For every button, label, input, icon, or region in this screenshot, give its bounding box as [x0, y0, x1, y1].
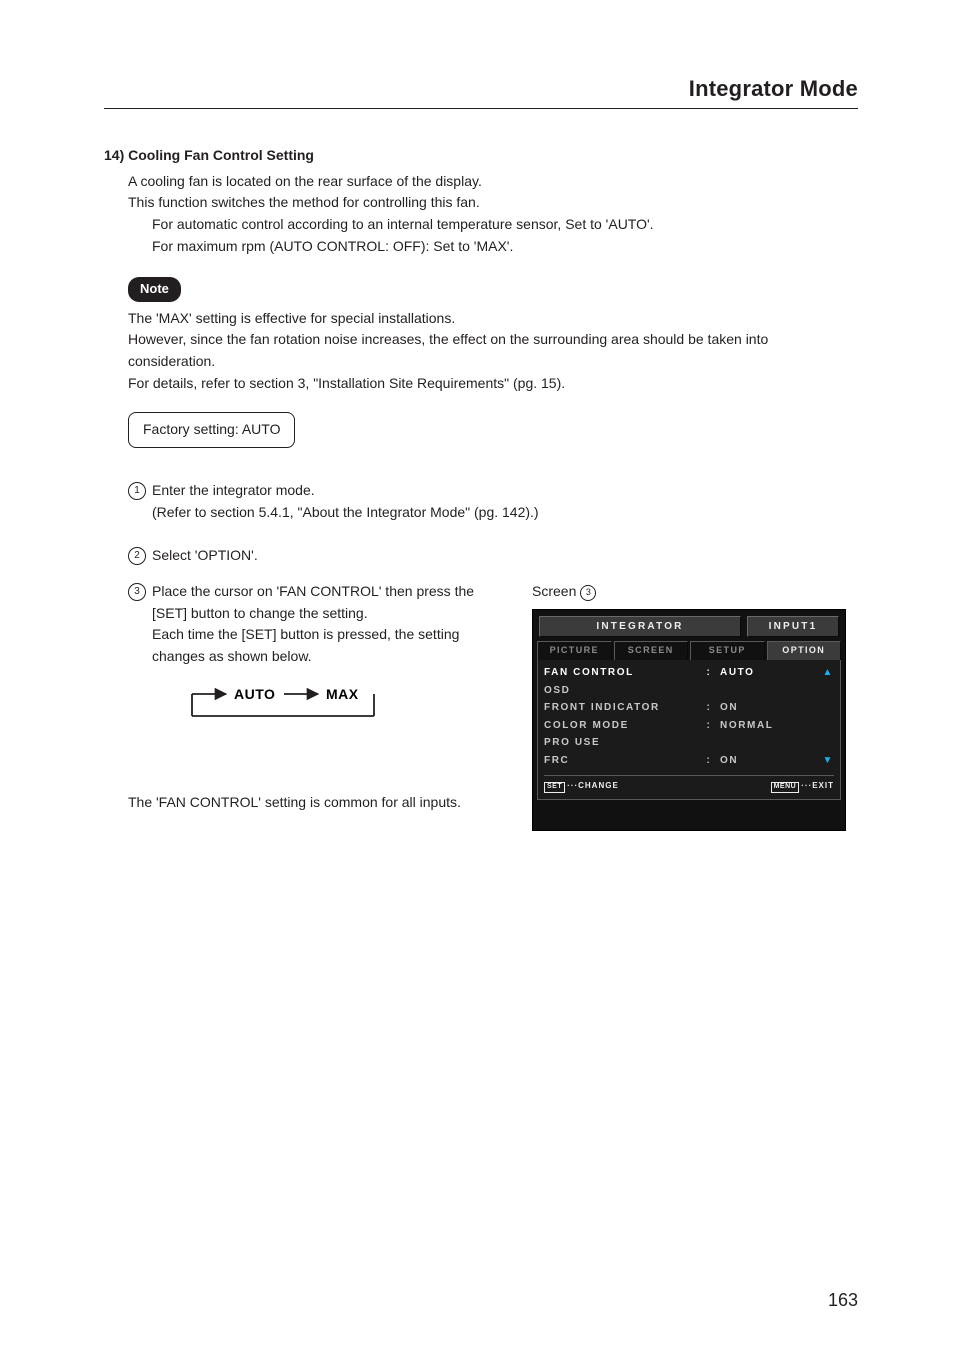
step-number-icon: 1: [128, 482, 146, 500]
step-number-icon: 2: [128, 547, 146, 565]
intro-subline: For maximum rpm (AUTO CONTROL: OFF): Set…: [152, 236, 858, 258]
cycle-svg: AUTO MAX: [174, 682, 404, 732]
osd-row: FRONT INDICATOR:ON: [544, 699, 834, 717]
osd-footer-right: MENU···EXIT: [771, 780, 834, 792]
osd-tabs: PICTURE SCREEN SETUP OPTION: [533, 641, 845, 660]
osd-row-value: ON: [714, 753, 820, 769]
step-line: Place the cursor on 'FAN CONTROL' then p…: [152, 581, 502, 624]
step-line: Each time the [SET] button is pressed, t…: [152, 624, 502, 667]
screen-label-text: Screen: [532, 581, 576, 603]
osd-row-label: FRONT INDICATOR: [544, 700, 704, 716]
osd-row-sep: :: [704, 718, 714, 734]
osd-inner: FAN CONTROL:AUTO▲OSDFRONT INDICATOR:ONCO…: [537, 660, 841, 799]
osd-footer-left: SET···CHANGE: [544, 780, 619, 792]
osd-title-left: INTEGRATOR: [539, 616, 741, 638]
page: Integrator Mode 14) Cooling Fan Control …: [0, 0, 954, 1351]
note-line: However, since the fan rotation noise in…: [128, 329, 858, 372]
osd-tab-picture: PICTURE: [537, 641, 612, 660]
step-2: 2 Select 'OPTION'.: [128, 545, 858, 567]
step-ref: (Refer to section 5.4.1, "About the Inte…: [152, 502, 539, 524]
osd-row-label: FAN CONTROL: [544, 665, 704, 681]
intro-subline: For automatic control according to an in…: [152, 214, 858, 236]
screen-number-icon: 3: [580, 585, 596, 601]
note-badge: Note: [128, 277, 181, 301]
osd-menu-text: ···EXIT: [801, 781, 834, 790]
osd-row-sep: :: [704, 700, 714, 716]
subsection-heading: 14) Cooling Fan Control Setting: [104, 145, 858, 167]
step-line: Enter the integrator mode.: [152, 480, 539, 502]
page-number: 163: [828, 1290, 858, 1311]
arrow-down-icon: ▼: [820, 753, 834, 769]
step-text: Enter the integrator mode. (Refer to sec…: [152, 480, 539, 523]
osd-set-text: ···CHANGE: [567, 781, 619, 790]
common-note: The 'FAN CONTROL' setting is common for …: [128, 792, 502, 814]
section-title: Integrator Mode: [104, 76, 858, 109]
left-column: 3 Place the cursor on 'FAN CONTROL' then…: [104, 581, 502, 813]
osd-row-label: OSD: [544, 683, 704, 699]
osd-titlebar: INTEGRATOR INPUT1: [533, 610, 845, 642]
step-3: 3 Place the cursor on 'FAN CONTROL' then…: [128, 581, 502, 668]
screen-label: Screen 3: [532, 581, 858, 603]
osd-tab-screen: SCREEN: [614, 641, 689, 660]
osd-row-label: COLOR MODE: [544, 718, 704, 734]
osd-tab-option: OPTION: [767, 641, 842, 660]
osd-footer: SET···CHANGE MENU···EXIT: [544, 775, 834, 792]
osd-row-label: FRC: [544, 753, 704, 769]
osd-row-label: PRO USE: [544, 735, 704, 751]
note-line: The 'MAX' setting is effective for speci…: [128, 308, 858, 330]
osd-rows: FAN CONTROL:AUTO▲OSDFRONT INDICATOR:ONCO…: [544, 664, 834, 769]
cycle-auto-label: AUTO: [234, 686, 275, 702]
cycle-max-label: MAX: [326, 686, 359, 702]
osd-row: FRC:ON▼: [544, 752, 834, 770]
osd-row-value: AUTO: [714, 665, 820, 681]
osd-row-value: NORMAL: [714, 718, 820, 734]
two-column-row: 3 Place the cursor on 'FAN CONTROL' then…: [104, 581, 858, 831]
note-line: For details, refer to section 3, "Instal…: [128, 373, 858, 395]
intro-line: This function switches the method for co…: [128, 192, 858, 214]
factory-setting-box: Factory setting: AUTO: [128, 412, 295, 448]
osd-row: PRO USE: [544, 734, 834, 752]
body-content: 14) Cooling Fan Control Setting A coolin…: [104, 145, 858, 831]
step-number-icon: 3: [128, 583, 146, 601]
step-text: Place the cursor on 'FAN CONTROL' then p…: [152, 581, 502, 668]
step-1: 1 Enter the integrator mode. (Refer to s…: [128, 480, 858, 523]
osd-tab-setup: SETUP: [690, 641, 765, 660]
osd-row: FAN CONTROL:AUTO▲: [544, 664, 834, 682]
intro-line: A cooling fan is located on the rear sur…: [128, 171, 858, 193]
step-text: Select 'OPTION'.: [152, 545, 258, 567]
osd-title-right: INPUT1: [747, 616, 839, 638]
right-column: Screen 3 INTEGRATOR INPUT1 PICTURE SCREE…: [532, 581, 858, 831]
osd-set-button-icon: SET: [544, 782, 565, 792]
osd-row: OSD: [544, 682, 834, 700]
osd-row: COLOR MODE:NORMAL: [544, 717, 834, 735]
osd-screen-mock: INTEGRATOR INPUT1 PICTURE SCREEN SETUP O…: [532, 609, 846, 831]
cycle-diagram: AUTO MAX: [174, 682, 502, 732]
osd-menu-button-icon: MENU: [771, 782, 800, 792]
osd-row-sep: :: [704, 665, 714, 681]
osd-row-value: ON: [714, 700, 820, 716]
arrow-up-icon: ▲: [820, 665, 834, 681]
osd-row-sep: :: [704, 753, 714, 769]
